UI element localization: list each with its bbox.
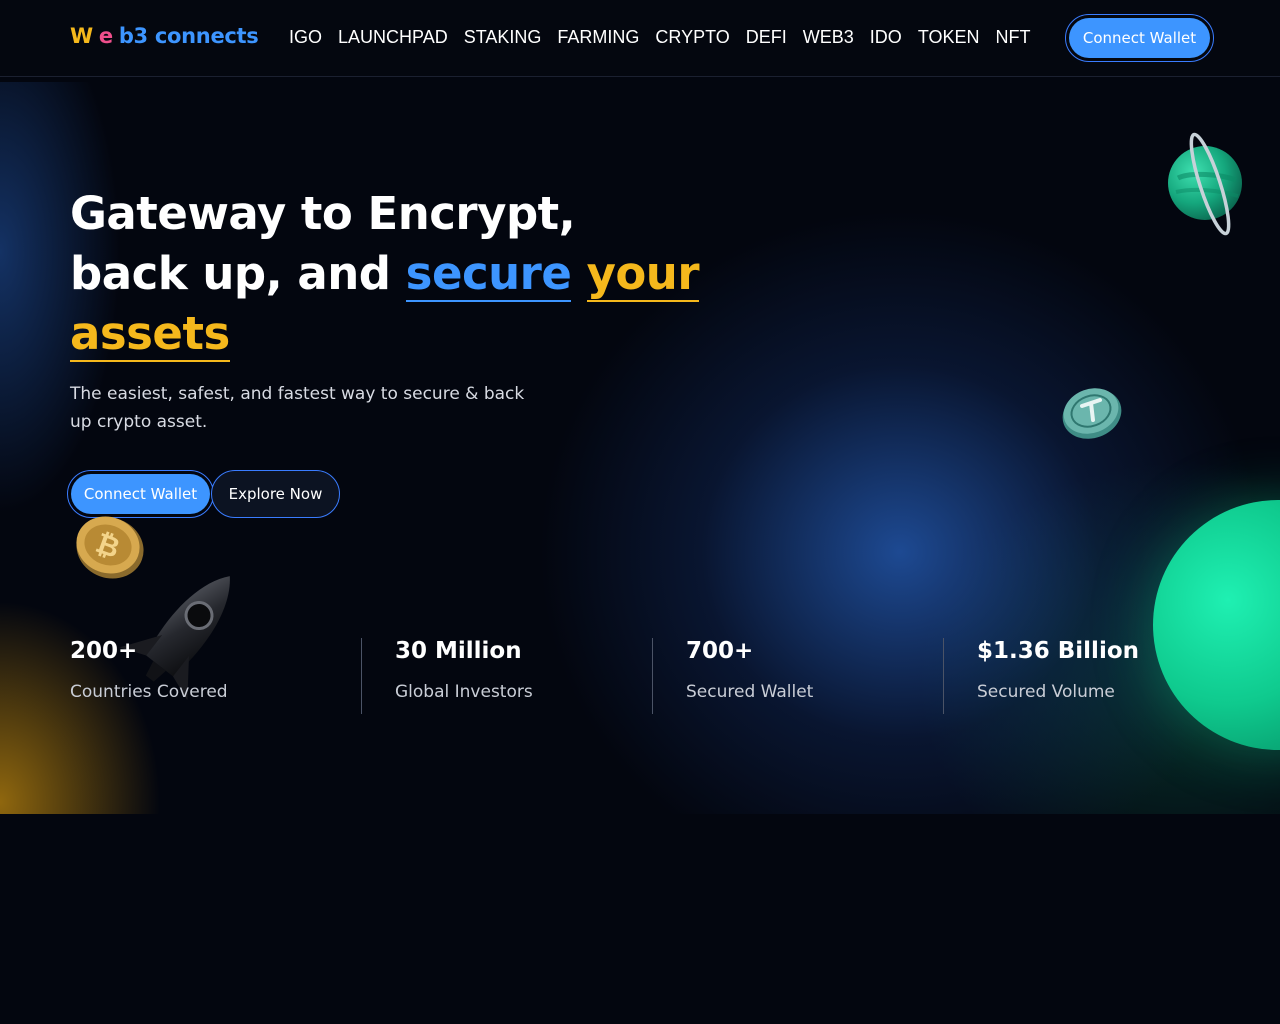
stat-value: 30 Million — [395, 638, 522, 664]
nav-item-web3[interactable]: WEB3 — [803, 27, 854, 48]
green-planet-icon — [1153, 500, 1280, 750]
header-connect-wallet-button[interactable]: Connect Wallet — [1065, 14, 1214, 62]
stat-label: Secured Volume — [977, 682, 1115, 702]
stat-volume: $1.36 Billion Secured Volume — [977, 638, 1139, 714]
stat-divider — [943, 638, 944, 714]
main-nav: IGO LAUNCHPAD STAKING FARMING CRYPTO DEF… — [289, 27, 1031, 48]
nav-item-token[interactable]: TOKEN — [918, 27, 980, 48]
stat-label: Countries Covered — [70, 682, 228, 702]
nav-item-defi[interactable]: DEFI — [746, 27, 787, 48]
nav-item-ido[interactable]: IDO — [870, 27, 902, 48]
hero-title-line-1: Gateway to Encrypt, — [70, 187, 576, 240]
stat-label: Global Investors — [395, 682, 533, 702]
hero-title-highlight-assets: assets — [70, 307, 230, 362]
stat-countries: 200+ Countries Covered — [70, 638, 228, 714]
stat-divider — [361, 638, 362, 714]
site-header: We b3 connects IGO LAUNCHPAD STAKING FARM… — [0, 0, 1280, 77]
stat-value: 200+ — [70, 638, 138, 664]
logo-part-2: e — [98, 24, 113, 48]
tether-coin-icon — [1062, 388, 1122, 439]
hero-title: Gateway to Encrypt, back up, and secure … — [70, 184, 710, 364]
ringed-planet-icon — [1168, 132, 1242, 236]
nav-item-farming[interactable]: FARMING — [557, 27, 639, 48]
hero-title-highlight-secure: secure — [405, 247, 572, 302]
header-connect-wallet-label: Connect Wallet — [1069, 18, 1210, 58]
hero-subtitle: The easiest, safest, and fastest way to … — [70, 384, 525, 432]
stat-divider — [652, 638, 653, 714]
stat-value: 700+ — [686, 638, 754, 664]
stat-investors: 30 Million Global Investors — [395, 638, 533, 714]
logo[interactable]: We b3 connects — [70, 24, 259, 48]
hero-title-highlight-your: your — [586, 247, 700, 302]
logo-part-1: W — [70, 24, 93, 48]
nav-item-crypto[interactable]: CRYPTO — [655, 27, 729, 48]
explore-now-button[interactable]: Explore Now — [211, 470, 340, 518]
hero-connect-wallet-label: Connect Wallet — [71, 474, 210, 514]
stat-wallets: 700+ Secured Wallet — [686, 638, 813, 714]
nav-item-launchpad[interactable]: LAUNCHPAD — [338, 27, 448, 48]
nav-item-nft[interactable]: NFT — [996, 27, 1031, 48]
hero-title-line-2: back up, and — [70, 247, 391, 300]
stat-value: $1.36 Billion — [977, 638, 1139, 664]
nav-item-staking[interactable]: STAKING — [464, 27, 542, 48]
nav-item-igo[interactable]: IGO — [289, 27, 322, 48]
logo-part-3: b3 connects — [118, 24, 259, 48]
hero-section: Gateway to Encrypt, back up, and secure … — [0, 82, 1280, 814]
stat-label: Secured Wallet — [686, 682, 814, 702]
